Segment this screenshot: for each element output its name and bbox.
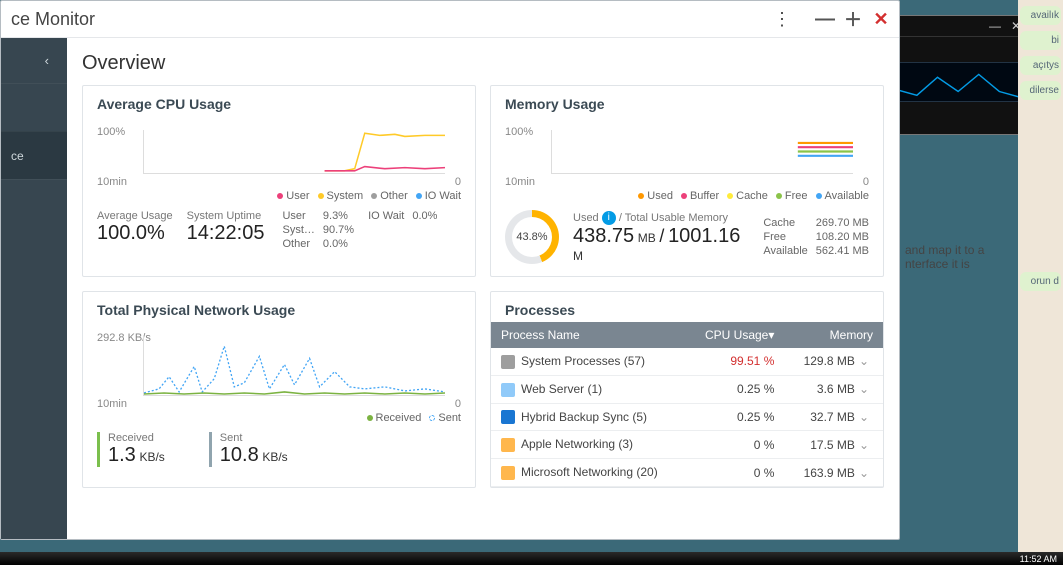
th-process-name[interactable]: Process Name — [491, 322, 686, 348]
memory-card: Memory Usage 100% 10min 0 — [490, 85, 884, 277]
content-area: Overview Average CPU Usage 100% 10min 0 — [67, 38, 899, 539]
kebab-menu-icon[interactable]: ⋮ — [765, 1, 799, 38]
process-name: Apple Networking (3) — [521, 437, 633, 451]
chat-chip: availık — [1020, 6, 1061, 25]
process-icon — [501, 438, 515, 452]
net-received: 1.3 — [108, 444, 136, 466]
chat-strip: availık bi açıtys dilerse orun d — [1018, 0, 1063, 552]
process-icon — [501, 410, 515, 424]
process-cpu: 0.25 % — [686, 403, 785, 431]
table-row[interactable]: Apple Networking (3) 0 % 17.5 MB⌄ — [491, 431, 883, 459]
th-memory[interactable]: Memory — [784, 322, 883, 348]
memory-total: 1001.16 — [668, 225, 740, 247]
taskbar-clock: 11:52 AM — [1020, 554, 1057, 564]
process-icon — [501, 466, 515, 480]
process-mem: 17.5 MB — [810, 438, 855, 452]
table-row[interactable]: System Processes (57) 99.51 % 129.8 MB⌄ — [491, 348, 883, 375]
process-icon — [501, 355, 515, 369]
processes-card: Processes Process Name CPU Usage▾ Memory… — [490, 291, 884, 488]
process-mem: 129.8 MB — [804, 354, 855, 368]
sidebar: ‹ ce — [1, 38, 67, 539]
resource-monitor-window: ce Monitor ⋮ — ＋ ✕ ‹ ce Overview Average… — [0, 0, 900, 540]
process-mem: 163.9 MB — [804, 466, 855, 480]
process-cpu: 0.25 % — [686, 375, 785, 403]
sidebar-item[interactable] — [1, 83, 67, 131]
net-sent: 10.8 — [220, 444, 259, 466]
expand-icon[interactable]: ⌄ — [855, 382, 873, 396]
bgwin-controls[interactable]: — ✕ — [989, 19, 1021, 33]
sidebar-item-label: ce — [11, 149, 24, 163]
window-title: ce Monitor — [11, 9, 765, 30]
process-name: Web Server (1) — [521, 382, 602, 396]
th-cpu-usage[interactable]: CPU Usage▾ — [686, 322, 785, 348]
memory-ring: 43.8% — [505, 210, 559, 264]
network-chart: 292.8 KB/s 10min 0 — [97, 332, 461, 410]
process-cpu: 99.51 % — [686, 348, 785, 375]
page-title: Overview — [82, 38, 884, 85]
processes-card-title: Processes — [491, 292, 883, 322]
chat-chip: orun d — [1020, 272, 1061, 291]
table-row[interactable]: Microsoft Networking (20) 0 % 163.9 MB⌄ — [491, 459, 883, 487]
cpu-legend: User System Other IO Wait — [97, 190, 461, 202]
process-cpu: 0 % — [686, 459, 785, 487]
network-card-title: Total Physical Network Usage — [83, 292, 475, 322]
cpu-card-title: Average CPU Usage — [83, 86, 475, 116]
network-legend: Received Sent — [97, 412, 461, 424]
maximize-button[interactable]: ＋ — [845, 11, 861, 27]
chat-chip: açıtys — [1020, 56, 1061, 75]
expand-icon[interactable]: ⌄ — [855, 466, 873, 480]
sidebar-collapse-button[interactable]: ‹ — [1, 38, 67, 83]
cpu-card: Average CPU Usage 100% 10min 0 — [82, 85, 476, 277]
cpu-chart: 100% 10min 0 — [97, 126, 461, 188]
behind-text-2: nterface it is — [905, 257, 984, 271]
info-icon[interactable]: i — [602, 211, 616, 225]
chevron-left-icon: ‹ — [45, 53, 49, 68]
cpu-average-value: 100.0% — [97, 222, 173, 245]
memory-chart: 100% 10min 0 — [505, 126, 869, 188]
process-name: Microsoft Networking (20) — [521, 465, 658, 479]
close-button[interactable]: ✕ — [873, 11, 889, 27]
process-name: System Processes (57) — [521, 354, 645, 368]
taskbar[interactable]: 11:52 AM — [0, 552, 1063, 565]
table-row[interactable]: Hybrid Backup Sync (5) 0.25 % 32.7 MB⌄ — [491, 403, 883, 431]
process-mem: 32.7 MB — [810, 410, 855, 424]
chat-chip: dilerse — [1020, 81, 1061, 100]
expand-icon[interactable]: ⌄ — [855, 354, 873, 368]
process-name: Hybrid Backup Sync (5) — [521, 410, 647, 424]
memory-legend: Used Buffer Cache Free Available — [505, 190, 869, 202]
chat-chip: bi — [1020, 31, 1061, 50]
minimize-button[interactable]: — — [817, 11, 833, 27]
sidebar-item[interactable] — [1, 179, 67, 227]
process-table: Process Name CPU Usage▾ Memory System Pr… — [491, 322, 883, 487]
memory-used: 438.75 — [573, 225, 634, 247]
process-cpu: 0 % — [686, 431, 785, 459]
expand-icon[interactable]: ⌄ — [855, 438, 873, 452]
network-card: Total Physical Network Usage 292.8 KB/s … — [82, 291, 476, 488]
sidebar-item-active[interactable]: ce — [1, 131, 67, 179]
table-row[interactable]: Web Server (1) 0.25 % 3.6 MB⌄ — [491, 375, 883, 403]
expand-icon[interactable]: ⌄ — [855, 410, 873, 424]
cpu-uptime-value: 14:22:05 — [187, 222, 265, 245]
titlebar: ce Monitor ⋮ — ＋ ✕ — [1, 1, 899, 38]
process-icon — [501, 383, 515, 397]
behind-text-1: and map it to a — [905, 243, 984, 257]
memory-card-title: Memory Usage — [491, 86, 883, 116]
process-mem: 3.6 MB — [817, 382, 855, 396]
